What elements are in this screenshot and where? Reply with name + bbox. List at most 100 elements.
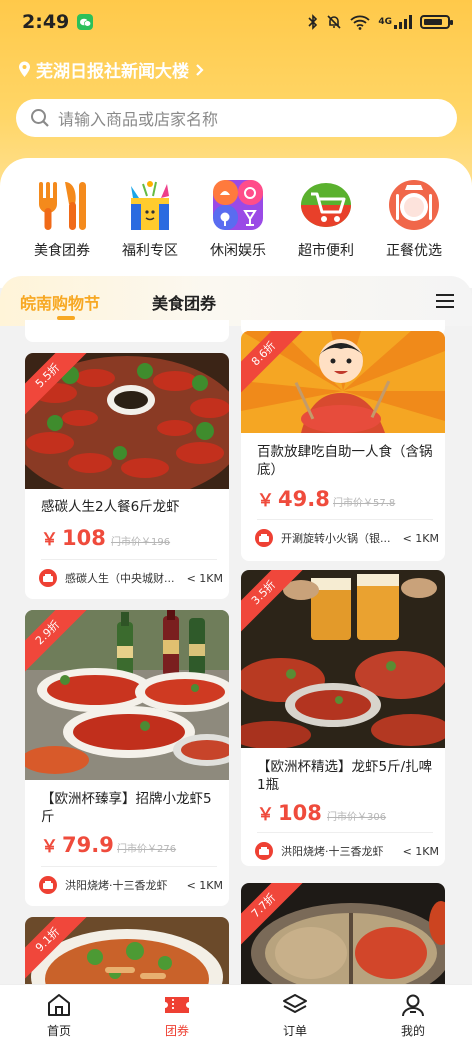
menu-icon[interactable] xyxy=(436,293,454,309)
nav-label: 订单 xyxy=(282,1024,307,1038)
product-title: 百款放肆吃自助一人食（含锅底） xyxy=(257,444,433,478)
signal-icon xyxy=(394,15,412,29)
layers-icon xyxy=(283,994,307,1013)
tab-wannan-festival[interactable]: 皖南购物节 xyxy=(20,290,101,320)
dinner-plate-icon xyxy=(389,180,439,230)
network-type: 4G xyxy=(378,17,392,27)
location-pin-icon xyxy=(19,61,30,77)
store-distance: < 1KM xyxy=(186,878,223,892)
shopping-cart-icon xyxy=(301,183,351,227)
store-name: 开涮旋转小火锅（银... xyxy=(281,532,391,545)
tab-bar: 皖南购物节 美食团券 xyxy=(0,276,472,326)
original-price: 门市价￥306 xyxy=(327,812,387,823)
price: ￥ 108 xyxy=(41,525,106,550)
product-title: 感碳人生2人餐6斤龙虾 xyxy=(41,499,180,515)
nav-home[interactable]: 首页 xyxy=(0,985,118,1045)
category-supermarket[interactable]: 超市便利 xyxy=(282,178,370,260)
category-welfare[interactable]: 福利专区 xyxy=(106,178,194,260)
nav-profile[interactable]: 我的 xyxy=(354,985,472,1045)
category-food-coupons[interactable]: 美食团券 xyxy=(18,178,106,260)
product-card[interactable]: 8.6折 百款放肆吃自助一人食（含锅底） ￥ 49.8 门市价￥57.8 开涮旋转… xyxy=(241,331,445,561)
feed-panel: 皖南购物节 美食团券 5.5折 感碳人生2人餐6斤龙虾 ￥ 108 门市价￥196 xyxy=(0,276,472,984)
currency-symbol: ￥ xyxy=(41,530,58,550)
battery-icon xyxy=(420,15,453,29)
price-value: 108 xyxy=(62,526,106,550)
divider xyxy=(41,559,217,560)
category-label: 休闲娱乐 xyxy=(210,243,266,259)
gift-box-icon xyxy=(131,181,169,230)
original-price: 门市价￥196 xyxy=(111,537,171,548)
nav-label: 首页 xyxy=(46,1024,71,1038)
product-card[interactable]: 3.5折 【欧洲杯精选】龙虾5斤/扎啤1瓶 ￥ 108 门市价￥306 洪阳烧烤·… xyxy=(241,570,445,866)
price: ￥ 49.8 xyxy=(257,486,330,511)
price-value: 79.9 xyxy=(62,833,114,857)
original-price: 门市价￥276 xyxy=(117,844,177,855)
category-label: 超市便利 xyxy=(298,243,354,259)
currency-symbol: ￥ xyxy=(257,491,274,511)
wifi-icon xyxy=(350,15,370,30)
product-card[interactable]: 9.1折 xyxy=(25,917,229,984)
nav-label: 我的 xyxy=(400,1024,425,1038)
tab-label: 皖南购物节 xyxy=(20,294,101,313)
chevron-right-icon xyxy=(196,63,204,76)
divider xyxy=(41,866,217,867)
search-placeholder: 请输入商品或店家名称 xyxy=(58,110,219,129)
store-row: 洪阳烧烤·十三香龙虾 < 1KM xyxy=(255,842,439,860)
store-name: 感碳人生（中央城财... xyxy=(65,572,175,585)
nav-coupons[interactable]: 团券 xyxy=(118,985,236,1045)
mute-bell-icon xyxy=(327,15,341,29)
store-logo-icon xyxy=(255,842,273,860)
clock: 2:49 xyxy=(22,11,70,33)
category-label: 福利专区 xyxy=(122,243,178,259)
bluetooth-icon xyxy=(308,14,318,30)
price-value: 108 xyxy=(278,801,322,825)
product-card-partial[interactable] xyxy=(25,320,229,342)
category-label: 美食团券 xyxy=(34,243,90,259)
category-dinner[interactable]: 正餐优选 xyxy=(370,178,458,260)
store-distance: < 1KM xyxy=(186,571,223,585)
status-bar: 2:49 4G xyxy=(0,0,472,44)
ticket-icon xyxy=(165,997,189,1013)
product-card[interactable]: 2.9折 【欧洲杯臻享】招牌小龙虾5斤 ￥ 79.9 门市价￥276 洪阳烧烤·十… xyxy=(25,610,229,906)
store-logo-icon xyxy=(255,529,273,547)
currency-symbol: ￥ xyxy=(41,837,58,857)
user-icon xyxy=(402,994,424,1017)
store-row: 开涮旋转小火锅（银... < 1KM xyxy=(255,529,439,547)
search-input[interactable]: 请输入商品或店家名称 xyxy=(16,99,457,137)
price: ￥ 108 xyxy=(257,800,322,825)
status-icons: 4G xyxy=(308,14,453,30)
nav-orders[interactable]: 订单 xyxy=(236,985,354,1045)
store-name: 洪阳烧烤·十三香龙虾 xyxy=(65,879,168,892)
search-icon xyxy=(31,109,49,127)
store-row: 洪阳烧烤·十三香龙虾 < 1KM xyxy=(39,876,223,894)
currency-symbol: ￥ xyxy=(257,805,274,825)
price: ￥ 79.9 xyxy=(41,832,114,857)
tab-food-coupons[interactable]: 美食团券 xyxy=(152,290,216,314)
location-selector[interactable]: 芜湖日报社新闻大楼 xyxy=(18,57,204,82)
product-card[interactable]: 5.5折 感碳人生2人餐6斤龙虾 ￥ 108 门市价￥196 感碳人生（中央城财.… xyxy=(25,353,229,599)
store-logo-icon xyxy=(39,569,57,587)
nav-label: 团券 xyxy=(164,1024,189,1038)
store-distance: < 1KM xyxy=(402,844,439,858)
location-text: 芜湖日报社新闻大楼 xyxy=(36,62,189,82)
category-panel: 美食团券 福利专区 休闲娱乐 超市便利 正餐优选 xyxy=(0,158,472,288)
fork-knife-icon xyxy=(39,182,86,230)
store-name: 洪阳烧烤·十三香龙虾 xyxy=(281,845,384,858)
bottom-navigation: 首页 团券 订单 我的 xyxy=(0,984,472,1045)
divider xyxy=(257,519,433,520)
home-icon xyxy=(48,994,70,1016)
wechat-notification-icon xyxy=(77,14,94,30)
category-label: 正餐优选 xyxy=(386,243,442,259)
tab-label: 美食团券 xyxy=(152,294,217,313)
original-price: 门市价￥57.8 xyxy=(333,498,396,509)
product-card[interactable]: 7.7折 xyxy=(241,883,445,984)
product-title: 【欧洲杯精选】龙虾5斤/扎啤1瓶 xyxy=(257,759,433,793)
store-row: 感碳人生（中央城财... < 1KM xyxy=(39,569,223,587)
product-title: 【欧洲杯臻享】招牌小龙虾5斤 xyxy=(41,791,212,825)
category-leisure[interactable]: 休闲娱乐 xyxy=(194,178,282,260)
divider xyxy=(257,832,433,833)
store-distance: < 1KM xyxy=(402,531,439,545)
entertainment-icon xyxy=(213,180,263,230)
price-value: 49.8 xyxy=(278,487,330,511)
store-logo-icon xyxy=(39,876,57,894)
